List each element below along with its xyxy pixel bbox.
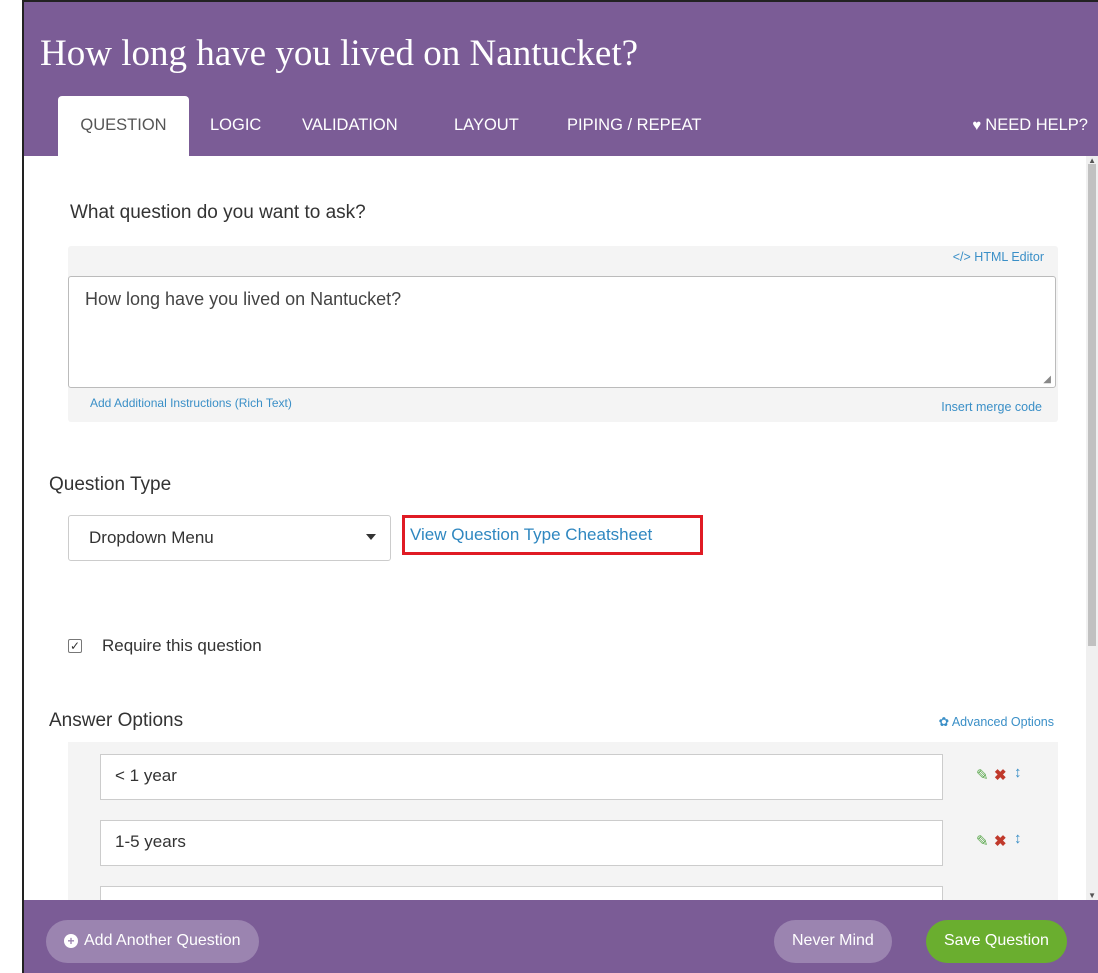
insert-merge-code-link[interactable]: Insert merge code xyxy=(941,400,1042,414)
answer-options-heading: Answer Options xyxy=(49,710,184,731)
question-text-value: How long have you lived on Nantucket? xyxy=(85,289,402,309)
page-title: How long have you lived on Nantucket? xyxy=(40,33,639,74)
pencil-icon[interactable]: ✎ xyxy=(976,832,989,850)
never-mind-button[interactable]: Never Mind xyxy=(774,920,892,963)
answer-option-value: < 1 year xyxy=(115,766,177,785)
drag-handle-icon[interactable]: ↕ xyxy=(1014,830,1022,847)
heart-icon: ♥ xyxy=(972,117,982,134)
question-editor-panel: </> HTML Editor How long have you lived … xyxy=(68,246,1058,422)
question-text-input[interactable]: How long have you lived on Nantucket? ◢ xyxy=(68,276,1056,388)
need-help-link[interactable]: ♥ NEED HELP? xyxy=(972,116,1088,135)
question-type-heading: Question Type xyxy=(49,474,172,495)
resize-handle-icon[interactable]: ◢ xyxy=(1043,374,1051,385)
pencil-icon[interactable]: ✎ xyxy=(976,766,989,784)
dialog-footer: + Add Another Question Never Mind Save Qu… xyxy=(24,900,1098,973)
question-prompt-label: What question do you want to ask? xyxy=(70,202,366,223)
require-label: Require this question xyxy=(102,636,262,655)
question-type-select[interactable]: Dropdown Menu xyxy=(68,515,391,561)
tab-logic[interactable]: LOGIC xyxy=(210,116,261,135)
answer-option-input[interactable]: 1-5 years xyxy=(100,820,943,866)
cheatsheet-highlight-box: View Question Type Cheatsheet xyxy=(402,515,703,555)
scrollbar-thumb[interactable] xyxy=(1088,164,1096,646)
tab-question[interactable]: QUESTION xyxy=(58,96,189,156)
tab-piping-repeat[interactable]: PIPING / REPEAT xyxy=(567,116,701,135)
drag-handle-icon[interactable]: ↕ xyxy=(1014,764,1022,781)
need-help-label: NEED HELP? xyxy=(985,116,1088,134)
add-another-question-button[interactable]: + Add Another Question xyxy=(46,920,259,963)
delete-x-icon[interactable]: ✖ xyxy=(994,832,1007,850)
tab-layout[interactable]: LAYOUT xyxy=(454,116,519,135)
require-checkbox[interactable]: ✓ xyxy=(68,639,82,653)
gear-icon: ✿ xyxy=(938,715,952,729)
save-question-button[interactable]: Save Question xyxy=(926,920,1067,963)
question-type-selected: Dropdown Menu xyxy=(89,528,214,547)
dialog-header: How long have you lived on Nantucket? QU… xyxy=(24,2,1098,156)
advanced-options-link[interactable]: ✿ Advanced Options xyxy=(939,714,1054,729)
answer-option-input[interactable]: < 1 year xyxy=(100,754,943,800)
tab-validation[interactable]: VALIDATION xyxy=(302,116,398,135)
advanced-options-label: Advanced Options xyxy=(951,715,1054,729)
scrollbar[interactable]: ▲ ▼ xyxy=(1086,156,1098,900)
delete-x-icon[interactable]: ✖ xyxy=(994,766,1007,784)
chevron-down-icon xyxy=(366,534,376,540)
html-editor-link[interactable]: </> HTML Editor xyxy=(953,250,1044,264)
scroll-down-arrow-icon[interactable]: ▼ xyxy=(1088,891,1096,900)
cheatsheet-link[interactable]: View Question Type Cheatsheet xyxy=(410,525,652,545)
plus-icon: + xyxy=(64,934,78,948)
question-editor-dialog: How long have you lived on Nantucket? QU… xyxy=(22,0,1098,973)
answer-options-list: < 1 year ✎ ✖ ↕ 1-5 years ✎ ✖ ↕ xyxy=(68,742,1058,932)
add-instructions-link[interactable]: Add Additional Instructions (Rich Text) xyxy=(90,396,292,410)
answer-option-value: 1-5 years xyxy=(115,832,186,851)
add-another-question-label: Add Another Question xyxy=(84,932,241,949)
